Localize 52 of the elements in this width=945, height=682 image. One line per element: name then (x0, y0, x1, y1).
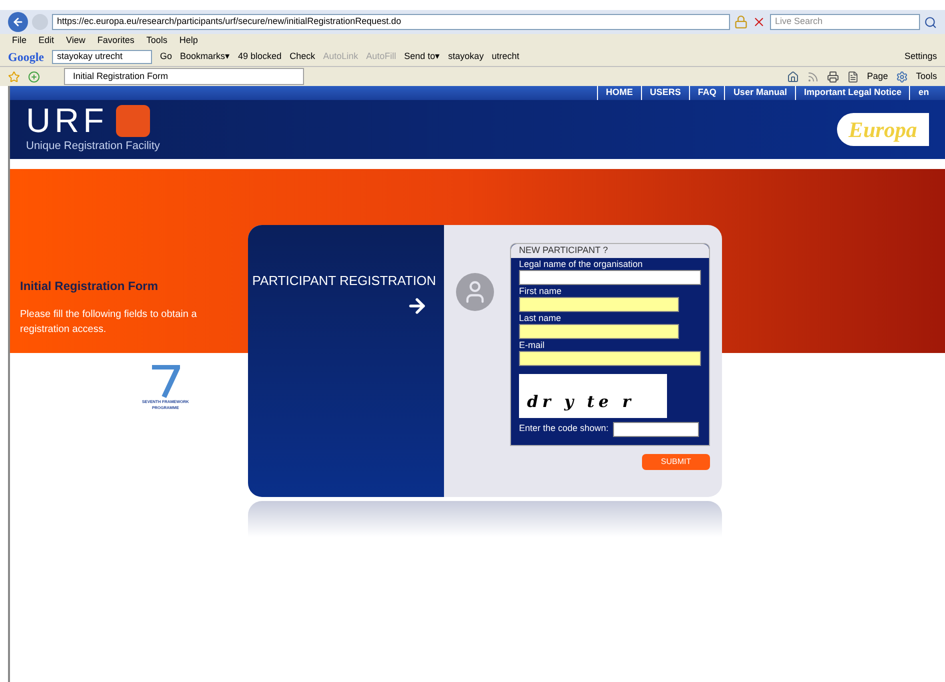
urf-logo: URF (26, 104, 108, 138)
menu-item[interactable]: Help (179, 34, 198, 48)
captcha-text: dr y te r (527, 390, 635, 412)
page-menu[interactable]: Page (866, 70, 888, 84)
toolbar-button[interactable]: Go (160, 50, 172, 64)
site-subtitle: Unique Registration Facility (26, 139, 160, 154)
toolbar-button[interactable]: Check (290, 50, 316, 64)
europa-logo: Europa (836, 113, 929, 146)
field-label: Last name (519, 312, 562, 324)
code-label: Enter the code shown: (519, 422, 609, 436)
menu-item[interactable]: File (12, 34, 27, 48)
stop-icon[interactable] (752, 15, 766, 29)
card-heading: PARTICIPANT REGISTRATION (252, 272, 436, 290)
lock-icon (734, 15, 748, 29)
toolbar-button[interactable]: stayokay (448, 50, 484, 64)
field-label: First name (519, 284, 563, 296)
field-label: Legal name of the organisation (519, 258, 644, 270)
back-button[interactable] (8, 12, 28, 32)
browser-tab[interactable]: Initial Registration Form (64, 68, 304, 85)
toolbar-button[interactable]: 49 blocked (238, 50, 282, 64)
toolbar-button[interactable]: Bookmarks▾ (180, 50, 230, 64)
toolbar-button[interactable]: Send to▾ (404, 50, 440, 64)
seven-mark (150, 365, 180, 399)
page-icon (846, 70, 859, 82)
address-field[interactable]: https://ec.europa.eu/research/participants/urf/secure/new/initialRegistrationRequest.do (52, 14, 730, 30)
google-search-field[interactable]: stayokay utrecht (52, 50, 152, 64)
menu-item[interactable]: Favorites (97, 34, 134, 48)
add-icon[interactable] (28, 70, 40, 82)
google-logo: Google (8, 49, 44, 66)
settings-button[interactable]: Settings (904, 50, 937, 64)
print-icon[interactable] (826, 70, 839, 82)
star-icon[interactable] (8, 70, 20, 82)
search-field[interactable]: Live Search (770, 14, 920, 30)
tools-menu[interactable]: Tools (916, 70, 937, 84)
code-field[interactable] (612, 422, 699, 436)
home-icon[interactable] (786, 70, 799, 82)
search-icon[interactable] (924, 16, 937, 28)
settings-icon (896, 70, 908, 82)
text-field[interactable] (519, 270, 701, 284)
intro-title: Initial Registration Form (20, 278, 160, 295)
back-arrow-icon (12, 16, 24, 28)
toolbar-button[interactable]: utrecht (492, 50, 520, 64)
menu-item[interactable]: View (66, 34, 86, 48)
text-field[interactable] (519, 296, 679, 312)
text-field[interactable] (519, 350, 701, 366)
text-field[interactable] (519, 324, 679, 338)
menu-item[interactable]: Edit (38, 34, 54, 48)
feed-icon[interactable] (806, 70, 819, 82)
field-label: E-mail (519, 338, 546, 350)
menu-item[interactable]: Tools (146, 34, 168, 48)
intro-text: Please fill the following fields to obtain a registration access. (20, 308, 198, 337)
form-title: NEW PARTICIPANT ? (511, 244, 709, 258)
